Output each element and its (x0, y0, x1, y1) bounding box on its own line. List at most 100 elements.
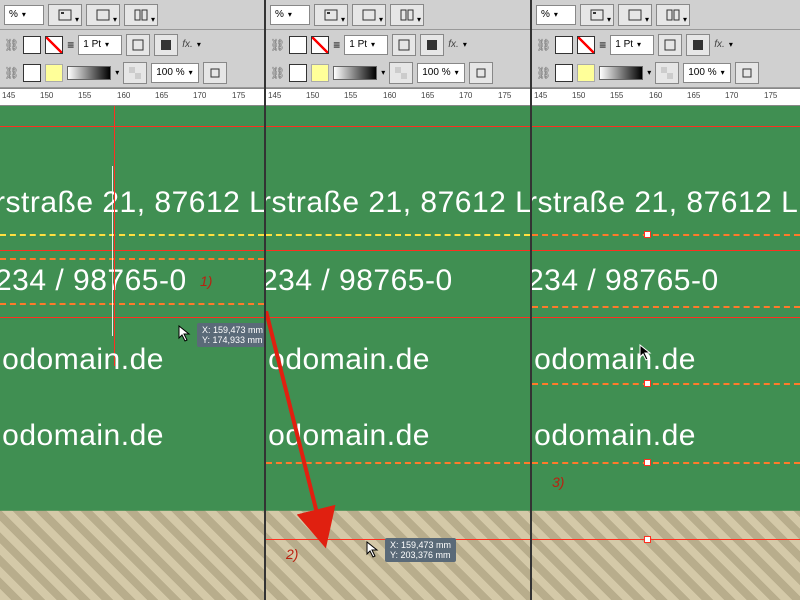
address-text[interactable]: rstraße 21, 87612 L (532, 186, 798, 220)
screen-mode-button[interactable] (618, 4, 652, 26)
fill-swatch-2[interactable] (23, 64, 41, 82)
anchor-point[interactable] (644, 380, 651, 387)
anchor-point[interactable] (644, 459, 651, 466)
fill-swatch[interactable] (23, 36, 41, 54)
opacity-icon (655, 62, 679, 84)
gradient-bar[interactable] (599, 66, 643, 80)
opacity-combo[interactable]: 100 % (683, 63, 731, 83)
view-options-button[interactable] (48, 4, 82, 26)
opacity-combo[interactable]: 100 % (417, 63, 465, 83)
opacity-combo[interactable]: 100 % (151, 63, 199, 83)
arrange-button[interactable] (124, 4, 158, 26)
link-icon-2[interactable]: ⛓ (4, 66, 19, 80)
screen-mode-button[interactable] (86, 4, 120, 26)
link-icon[interactable]: ⛓ (536, 38, 551, 52)
document-canvas[interactable]: rstraße 21, 87612 L 234 / 98765-0 1) X: … (0, 106, 264, 600)
horizontal-ruler[interactable]: 145 150 155 160 165 170 175 (266, 88, 530, 106)
percent-combo[interactable]: % (270, 5, 310, 25)
horizontal-ruler[interactable]: 145 150 155 160 165 170 175 (532, 88, 800, 106)
opacity-icon (123, 62, 147, 84)
style-btn-1[interactable] (392, 34, 416, 56)
phone-text[interactable]: 234 / 98765-0 (532, 264, 719, 298)
annotation-1: 1) (200, 273, 212, 289)
stroke-swatch[interactable] (577, 36, 595, 54)
horizontal-ruler[interactable]: 145 150 155 160 165 170 175 (0, 88, 264, 106)
anchor-point[interactable] (644, 231, 651, 238)
toolbar-row-2: ⛓ ≡ 1 Pt fx. ▾ ⛓ ▾ 100 % (266, 30, 530, 88)
panel-1: % ⛓ ≡ 1 Pt fx. ▾ (0, 0, 266, 600)
stroke-swatch[interactable] (311, 36, 329, 54)
chevron-down-icon[interactable]: ▾ (463, 40, 467, 49)
chevron-down-icon[interactable]: ▾ (729, 40, 733, 49)
stroke-weight-combo[interactable]: 1 Pt (610, 35, 654, 55)
fill-swatch[interactable] (289, 36, 307, 54)
extra-btn[interactable] (735, 62, 759, 84)
stroke-weight-combo[interactable]: 1 Pt (78, 35, 122, 55)
style-btn-2[interactable] (420, 34, 444, 56)
chevron-down-icon[interactable]: ▾ (381, 68, 385, 77)
domain-text-2[interactable]: iodomain.de (532, 419, 696, 453)
fill-swatch-2[interactable] (555, 64, 573, 82)
link-icon[interactable]: ⛓ (4, 38, 19, 52)
bg-photo (0, 510, 264, 600)
panel-3: % ⛓ ≡ 1 Pt fx. ▾ ⛓ ▾ (532, 0, 800, 600)
extra-btn[interactable] (203, 62, 227, 84)
arrange-button[interactable] (390, 4, 424, 26)
style-btn-2[interactable] (686, 34, 710, 56)
toolbar-row-2: ⛓ ≡ 1 Pt fx. ▾ ⛓ ▾ 100 % (532, 30, 800, 88)
phone-text[interactable]: 234 / 98765-0 (0, 264, 187, 298)
gradient-bar[interactable] (67, 66, 111, 80)
style-btn-1[interactable] (658, 34, 682, 56)
chevron-down-icon[interactable]: ▾ (115, 68, 119, 77)
toolbar-row-2: ⛓ ≡ 1 Pt fx. ▾ ⛓ ▾ 100 % (0, 30, 264, 88)
document-canvas[interactable]: rstraße 21, 87612 L 234 / 98765-0 iodoma… (532, 106, 800, 600)
toolbar-row-1: % (532, 0, 800, 30)
view-options-button[interactable] (314, 4, 348, 26)
opacity-icon (389, 62, 413, 84)
fill-swatch-2[interactable] (289, 64, 307, 82)
screen-mode-button[interactable] (352, 4, 386, 26)
annotation-3: 3) (552, 474, 564, 490)
phone-text[interactable]: 234 / 98765-0 (266, 264, 453, 298)
stroke-weight-icon: ≡ (333, 38, 340, 52)
toolbar-row-1: % (266, 0, 530, 30)
domain-text-1[interactable]: iodomain.de (532, 343, 696, 377)
stroke-swatch[interactable] (45, 36, 63, 54)
fx-label[interactable]: fx. (182, 39, 193, 50)
stroke-swatch-2[interactable] (577, 64, 595, 82)
percent-combo[interactable]: % (536, 5, 576, 25)
domain-text-1[interactable]: iodomain.de (266, 343, 430, 377)
annotation-2: 2) (286, 546, 298, 562)
extra-btn[interactable] (469, 62, 493, 84)
domain-text-2[interactable]: iodomain.de (0, 419, 164, 453)
style-btn-1[interactable] (126, 34, 150, 56)
domain-text-2[interactable]: iodomain.de (266, 419, 430, 453)
link-icon[interactable]: ⛓ (270, 38, 285, 52)
fx-label[interactable]: fx. (714, 39, 725, 50)
fx-label[interactable]: fx. (448, 39, 459, 50)
domain-text-1[interactable]: iodomain.de (0, 343, 164, 377)
arrange-button[interactable] (656, 4, 690, 26)
chevron-down-icon[interactable]: ▾ (197, 40, 201, 49)
percent-combo[interactable]: % (4, 5, 44, 25)
document-canvas[interactable]: rstraße 21, 87612 L 234 / 98765-0 iodoma… (266, 106, 530, 600)
anchor-point[interactable] (644, 536, 651, 543)
toolbar-row-1: % (0, 0, 264, 30)
gradient-bar[interactable] (333, 66, 377, 80)
stroke-swatch-2[interactable] (311, 64, 329, 82)
view-options-button[interactable] (580, 4, 614, 26)
style-btn-2[interactable] (154, 34, 178, 56)
address-text[interactable]: rstraße 21, 87612 L (0, 186, 264, 220)
stroke-weight-combo[interactable]: 1 Pt (344, 35, 388, 55)
bg-photo (532, 510, 800, 600)
coord-tooltip: X: 159,473 mm Y: 203,376 mm (385, 538, 456, 562)
stroke-weight-icon: ≡ (67, 38, 74, 52)
chevron-down-icon[interactable]: ▾ (647, 68, 651, 77)
address-text[interactable]: rstraße 21, 87612 L (266, 186, 530, 220)
fill-swatch[interactable] (555, 36, 573, 54)
stroke-swatch-2[interactable] (45, 64, 63, 82)
panel-2: % ⛓ ≡ 1 Pt fx. ▾ ⛓ ▾ (266, 0, 532, 600)
stroke-weight-icon: ≡ (599, 38, 606, 52)
link-icon-2[interactable]: ⛓ (536, 66, 551, 80)
link-icon-2[interactable]: ⛓ (270, 66, 285, 80)
